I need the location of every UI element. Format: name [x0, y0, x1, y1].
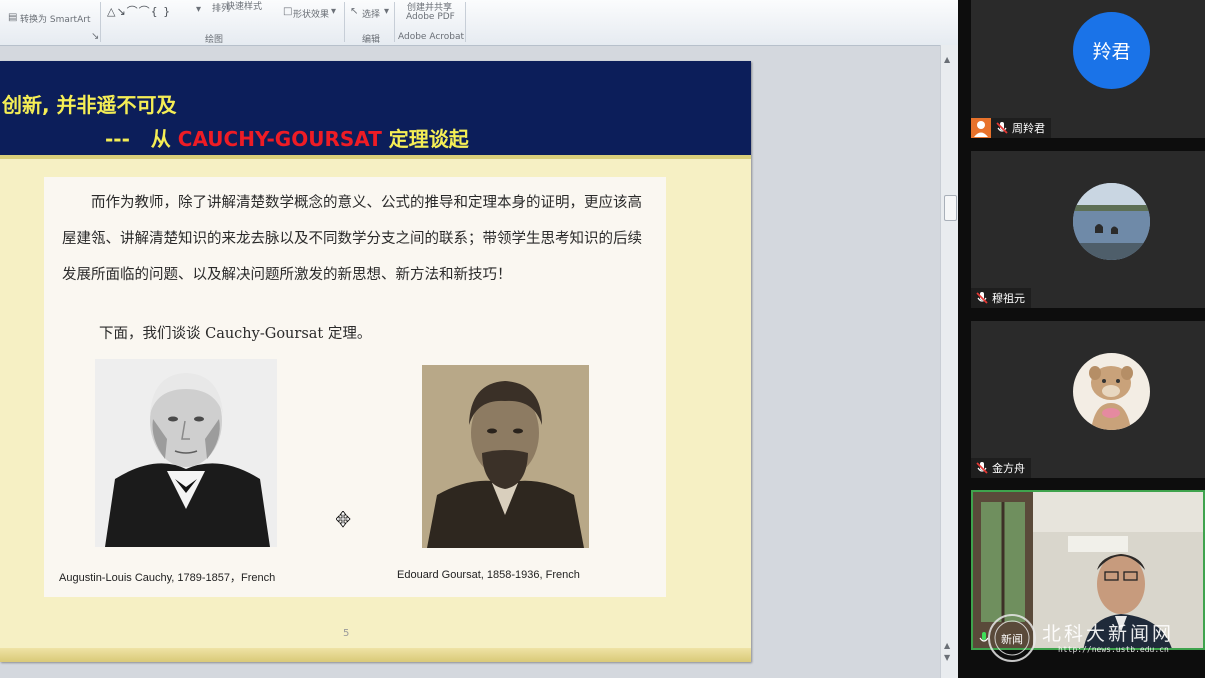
select-button[interactable]: 选择	[362, 7, 380, 20]
previous-slide-icon[interactable]: ▲	[944, 641, 950, 650]
mic-muted-icon	[976, 462, 988, 474]
slide-subtitle: --- 从 CAUCHY-GOURSAT 定理谈起	[105, 123, 469, 152]
participant-name-bar: 穆祖元	[971, 288, 1031, 308]
university-seal-icon: 新闻	[988, 614, 1036, 662]
content-panel: 而作为教师，除了讲解清楚数学概念的意义、公式的推导和定理本身的证明，更应该高屋建…	[44, 177, 666, 597]
news-watermark: 新闻 北科大新闻网 http://news.ustb.edu.cn	[988, 605, 1205, 665]
ribbon-separator	[344, 2, 345, 42]
participant-tile[interactable]: 金方舟	[971, 321, 1205, 478]
scroll-thumb[interactable]	[944, 195, 957, 221]
participant-name-bar: 周羚君	[971, 118, 1051, 138]
group-label-drawing: 绘图	[205, 35, 224, 45]
slide-title: 创新, 并非遥不可及	[2, 93, 177, 117]
group-label-editing: 编辑	[362, 35, 381, 45]
select-cursor-icon[interactable]: ↖	[350, 6, 358, 17]
watermark-site-name: 北科大新闻网	[1042, 623, 1175, 645]
slide-title-band: 创新, 并非遥不可及 --- 从 CAUCHY-GOURSAT 定理谈起	[0, 61, 751, 155]
ribbon-separator	[394, 2, 395, 42]
goursat-portrait	[422, 365, 589, 548]
avatar	[1073, 353, 1150, 430]
avatar: 羚君	[1073, 12, 1150, 89]
move-cursor-icon	[336, 511, 351, 528]
participant-tile[interactable]: 羚君 周羚君	[971, 0, 1205, 138]
presentation-app: ▤ 转换为 SmartArt ↘ △↘⌒⌒{ } ▾ 排列 快速样式 □ 形状效…	[0, 0, 958, 678]
participant-name: 穆祖元	[992, 292, 1025, 305]
ribbon-separator	[100, 2, 101, 42]
group-label-acrobat: Adobe Acrobat	[398, 32, 465, 42]
participant-name: 金方舟	[992, 462, 1025, 475]
vertical-scrollbar[interactable]: ▲ ▲ ▼	[940, 45, 958, 678]
dialog-launcher-icon[interactable]: ↘	[91, 31, 99, 42]
mic-muted-icon	[996, 122, 1008, 134]
caption-goursat: Edouard Goursat, 1858-1936, French	[397, 569, 580, 581]
mic-muted-icon	[976, 292, 988, 304]
dropdown-arrow-icon[interactable]: ▾	[384, 6, 389, 17]
slide-footer-band	[0, 648, 751, 662]
ribbon-separator	[465, 2, 466, 42]
subtitle-suffix: 定理谈起	[381, 127, 469, 151]
dropdown-arrow-icon[interactable]: ▾	[331, 6, 336, 17]
cauchy-portrait	[95, 359, 277, 547]
watermark-url: http://news.ustb.edu.cn	[1058, 645, 1169, 654]
seal-text: 新闻	[1001, 632, 1023, 646]
host-icon	[971, 118, 991, 138]
body-paragraph: 而作为教师，除了讲解清楚数学概念的意义、公式的推导和定理本身的证明，更应该高屋建…	[62, 195, 642, 283]
gallery-more-icon[interactable]: ▾	[196, 4, 201, 15]
subtitle-prefix: --- 从	[105, 127, 178, 151]
avatar-initials: 羚君	[1092, 41, 1131, 63]
next-slide-icon[interactable]: ▼	[944, 653, 950, 662]
intro-sentence: 下面，我们谈谈 Cauchy-Goursat 定理。	[99, 326, 372, 342]
meeting-participants-panel: 羚君 周羚君 穆祖元 金方舟	[958, 0, 1205, 678]
shapes-gallery[interactable]: △↘⌒⌒{ }	[107, 3, 171, 19]
scroll-up-icon[interactable]: ▲	[944, 55, 950, 64]
shape-effects-icon[interactable]: □	[283, 6, 292, 17]
smartart-icon[interactable]: ▤	[8, 12, 17, 23]
title-underline	[0, 155, 751, 159]
slide: 创新, 并非遥不可及 --- 从 CAUCHY-GOURSAT 定理谈起 而作为…	[0, 61, 751, 662]
participant-name-bar: 金方舟	[971, 458, 1031, 478]
ribbon: ▤ 转换为 SmartArt ↘ △↘⌒⌒{ } ▾ 排列 快速样式 □ 形状效…	[0, 0, 958, 60]
slide-page-number: 5	[343, 628, 350, 639]
caption-cauchy: Augustin-Louis Cauchy, 1789-1857，French	[59, 572, 276, 584]
avatar	[1073, 183, 1150, 260]
convert-smartart-button[interactable]: 转换为 SmartArt	[20, 12, 90, 25]
participant-name: 周羚君	[1012, 122, 1045, 135]
participant-tile[interactable]: 穆祖元	[971, 151, 1205, 308]
create-share-pdf-label-2[interactable]: Adobe PDF	[406, 12, 455, 22]
subtitle-highlight: CAUCHY-GOURSAT	[177, 127, 382, 151]
quick-styles-button[interactable]: 快速样式	[226, 0, 262, 12]
shape-effects-button[interactable]: 形状效果	[293, 7, 329, 20]
